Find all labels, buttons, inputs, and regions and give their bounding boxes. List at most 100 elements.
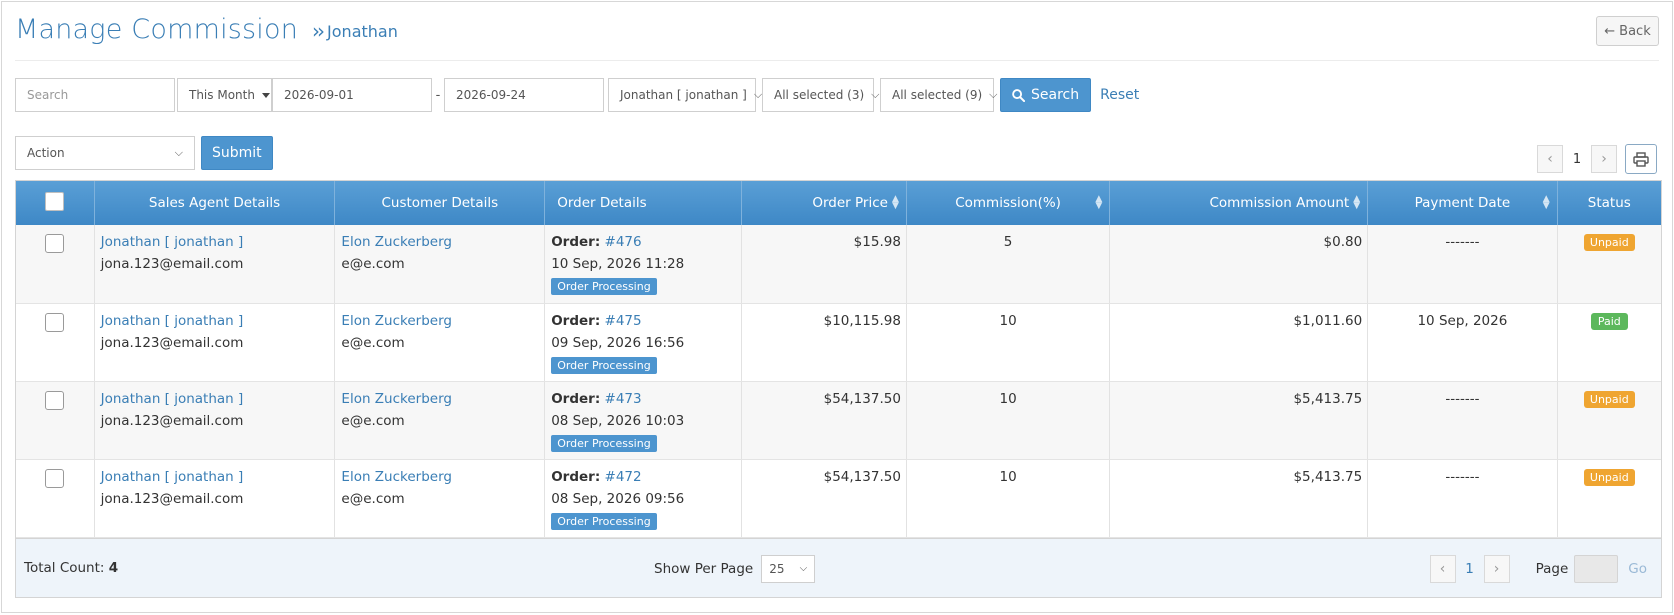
commission-amount: $5,413.75	[1109, 381, 1369, 460]
per-page-select[interactable]: 25 ⌵	[761, 554, 816, 583]
status-badge: Paid	[1590, 312, 1628, 330]
table-header-row: Sales Agent Details Customer Details Ord…	[16, 181, 1661, 225]
order-number-link[interactable]: #476	[605, 234, 642, 250]
order-number-link[interactable]: #472	[605, 469, 642, 485]
date-from-input[interactable]: 2026-09-01	[272, 78, 432, 112]
payment-date: -------	[1367, 381, 1558, 460]
select-all-header	[16, 181, 95, 225]
breadcrumb: ›› Jonathan	[312, 19, 398, 43]
date-range-separator: -	[435, 87, 441, 103]
next-page-button[interactable]: ›	[1483, 554, 1510, 583]
col-sales-agent[interactable]: Sales Agent Details	[94, 181, 336, 225]
col-commission-amount[interactable]: Commission Amount ▲ ▼	[1109, 181, 1369, 225]
status-cell: Unpaid	[1557, 459, 1661, 538]
status-cell: Paid	[1557, 303, 1661, 382]
col-order-details[interactable]: Order Details	[544, 181, 743, 225]
customer-email: e@e.com	[341, 412, 405, 429]
caret-down-icon	[261, 92, 270, 98]
chevron-down-icon: ⌵	[799, 563, 808, 574]
breadcrumb-agent[interactable]: Jonathan	[327, 22, 398, 41]
order-cell: Order: #476 10 Sep, 2026 11:28 Order Pro…	[544, 225, 743, 304]
go-button[interactable]: Go	[1628, 561, 1647, 577]
search-input[interactable]: Search	[15, 78, 175, 112]
customer-link[interactable]: Elon Zuckerberg	[341, 313, 538, 329]
col-customer[interactable]: Customer Details	[334, 181, 546, 225]
chevron-down-icon: ⌵	[989, 88, 998, 101]
chevron-left-icon: ‹	[1439, 560, 1446, 577]
action-select-label: Action	[27, 146, 65, 160]
print-button[interactable]	[1625, 144, 1657, 174]
reset-link[interactable]: Reset	[1100, 87, 1139, 103]
filter-bar: Search This Month 2026-09-01 - 2026-09-2…	[15, 78, 1139, 112]
customer-cell: Elon Zuckerberg e@e.com	[334, 381, 546, 460]
agent-link[interactable]: Jonathan [ jonathan ]	[101, 234, 329, 250]
commission-amount: $0.80	[1109, 225, 1369, 304]
date-to-input[interactable]: 2026-09-24	[444, 78, 604, 112]
agent-link[interactable]: Jonathan [ jonathan ]	[101, 469, 329, 485]
printer-icon	[1633, 151, 1649, 167]
agent-select[interactable]: Jonathan [ jonathan ] ⌵	[608, 78, 762, 112]
status-badge: Unpaid	[1583, 468, 1635, 486]
row-checkbox[interactable]	[45, 312, 65, 332]
col-commission-pct[interactable]: Commission(%) ▲ ▼	[906, 181, 1111, 225]
table-row: Jonathan [ jonathan ] jona.123@email.com…	[16, 303, 1661, 382]
agent-link[interactable]: Jonathan [ jonathan ]	[101, 391, 329, 407]
status-badge: Unpaid	[1583, 390, 1635, 408]
order-cell: Order: #473 08 Sep, 2026 10:03 Order Pro…	[544, 381, 743, 460]
chevron-left-icon: ‹	[1547, 151, 1553, 167]
order-number-link[interactable]: #473	[605, 391, 642, 407]
sort-icon: ▲ ▼	[1353, 194, 1361, 211]
page-frame: Manage Commission ›› Jonathan ← Back Sea…	[1, 1, 1673, 613]
agent-email: jona.123@email.com	[100, 334, 244, 351]
bulk-action-bar: Action ⌵ Submit	[15, 136, 273, 170]
payment-date: -------	[1367, 225, 1558, 304]
current-page: 1	[1572, 151, 1582, 167]
customer-link[interactable]: Elon Zuckerberg	[341, 391, 538, 407]
page-number-link[interactable]: 1	[1462, 561, 1478, 577]
row-checkbox[interactable]	[45, 468, 65, 488]
multiselect-filter-a[interactable]: All selected (3) ⌵	[762, 78, 880, 112]
order-label: Order	[551, 234, 595, 250]
search-button[interactable]: Search	[1000, 78, 1092, 112]
agent-link[interactable]: Jonathan [ jonathan ]	[101, 313, 329, 329]
order-price: $15.98	[741, 225, 907, 304]
multiselect-filter-b[interactable]: All selected (9) ⌵	[880, 78, 998, 112]
customer-link[interactable]: Elon Zuckerberg	[341, 234, 538, 250]
submit-button[interactable]: Submit	[201, 136, 273, 170]
period-dropdown[interactable]: This Month	[177, 78, 272, 112]
order-number-link[interactable]: #475	[605, 313, 642, 329]
commission-percent: 10	[906, 459, 1111, 538]
agent-cell: Jonathan [ jonathan ] jona.123@email.com	[94, 303, 336, 382]
back-button[interactable]: ← Back	[1596, 16, 1659, 46]
sort-icon: ▲ ▼	[1095, 194, 1103, 211]
order-date: 09 Sep, 2026 16:56	[551, 334, 685, 351]
order-price: $54,137.50	[741, 459, 907, 538]
next-page-button[interactable]: ›	[1591, 145, 1617, 173]
commission-percent: 5	[906, 225, 1111, 304]
row-select-cell	[16, 459, 95, 538]
chevron-right-icon: ›	[1493, 560, 1500, 577]
total-count-value: 4	[108, 559, 119, 576]
col-payment-date[interactable]: Payment Date ▲ ▼	[1367, 181, 1558, 225]
customer-email: e@e.com	[341, 490, 405, 507]
chevron-right-icon: ›	[1601, 151, 1607, 167]
prev-page-button[interactable]: ‹	[1537, 145, 1563, 173]
page-header: Manage Commission ›› Jonathan	[15, 14, 398, 54]
payment-date: -------	[1367, 459, 1558, 538]
row-checkbox[interactable]	[45, 390, 65, 410]
customer-link[interactable]: Elon Zuckerberg	[341, 469, 538, 485]
customer-cell: Elon Zuckerberg e@e.com	[334, 225, 546, 304]
page-jump-input[interactable]	[1574, 554, 1619, 583]
action-select[interactable]: Action ⌵	[15, 136, 195, 170]
commission-percent: 10	[906, 303, 1111, 382]
per-page-value: 25	[769, 561, 785, 576]
row-checkbox[interactable]	[45, 234, 65, 253]
row-select-cell	[16, 381, 95, 460]
customer-cell: Elon Zuckerberg e@e.com	[334, 459, 546, 538]
agent-cell: Jonathan [ jonathan ] jona.123@email.com	[94, 459, 336, 538]
prev-page-button[interactable]: ‹	[1429, 554, 1456, 583]
col-order-price[interactable]: Order Price ▲ ▼	[741, 181, 907, 225]
status-cell: Unpaid	[1557, 225, 1661, 304]
col-status[interactable]: Status	[1557, 181, 1661, 225]
select-all-checkbox[interactable]	[45, 191, 65, 211]
